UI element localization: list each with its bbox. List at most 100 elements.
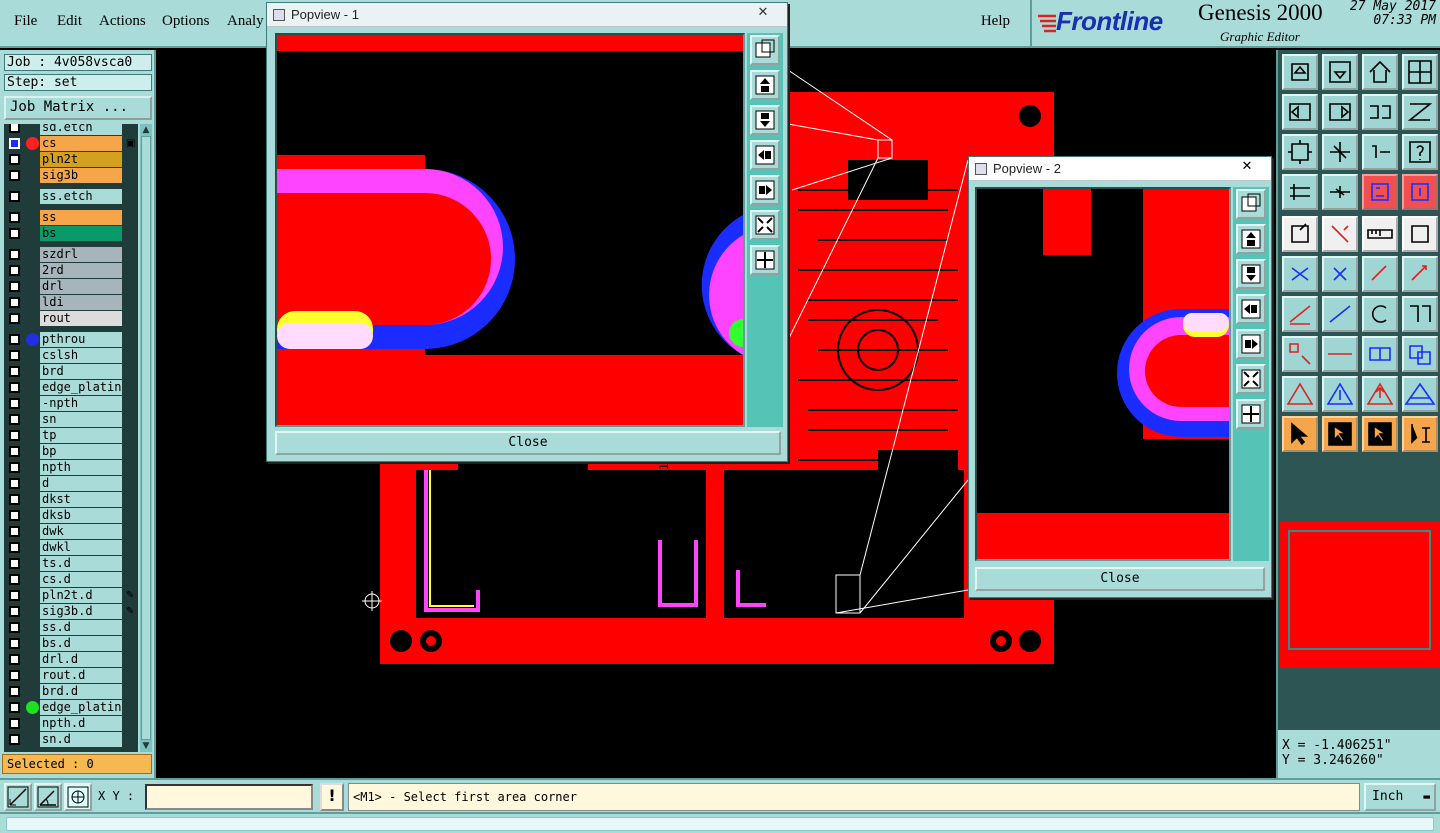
jumper-button[interactable]: [1402, 296, 1438, 332]
triangle-wide-button[interactable]: [1402, 376, 1438, 412]
split-line-button[interactable]: [1322, 336, 1358, 372]
layer-stack-button[interactable]: [1362, 174, 1398, 210]
layer-checkbox[interactable]: [9, 124, 20, 133]
pad-add-button[interactable]: [1282, 216, 1318, 252]
popview-pan-right-button[interactable]: [750, 175, 780, 205]
flip-button[interactable]: [1362, 94, 1398, 130]
node-link-button[interactable]: [1282, 256, 1318, 292]
layer-row[interactable]: drl.d: [4, 652, 138, 667]
zoom-home-button[interactable]: [1282, 54, 1318, 90]
scroll-down-icon[interactable]: ▼: [140, 740, 152, 752]
triangle-red-button[interactable]: [1282, 376, 1318, 412]
layer-checkbox[interactable]: [9, 526, 20, 537]
layer-name[interactable]: dwk: [40, 524, 122, 539]
layer-row[interactable]: brd: [4, 364, 138, 379]
layer-name[interactable]: sn.d: [40, 732, 122, 747]
layer-name[interactable]: drl.d: [40, 652, 122, 667]
minimap[interactable]: [1280, 522, 1440, 668]
layer-name[interactable]: rout: [40, 311, 122, 326]
layer-name[interactable]: szdrl: [40, 247, 122, 262]
layer-name[interactable]: rout.d: [40, 668, 122, 683]
layer-display-dot-icon[interactable]: [26, 701, 39, 714]
layer-row[interactable]: dwk: [4, 524, 138, 539]
line-red-button[interactable]: [1282, 296, 1318, 332]
pad-move-button[interactable]: [1362, 256, 1398, 292]
layer-row[interactable]: rout: [4, 311, 138, 326]
layer-row[interactable]: ts.d: [4, 556, 138, 571]
layer-row[interactable]: 2rd: [4, 263, 138, 278]
layer-row[interactable]: sig3b.d ✎: [4, 604, 138, 619]
popview-zoom-window-button[interactable]: [750, 35, 780, 65]
layer-name[interactable]: npth.d: [40, 716, 122, 731]
popview-zoom-out-button[interactable]: [1236, 259, 1266, 289]
layer-name[interactable]: sd.etch: [40, 124, 122, 135]
layer-row[interactable]: sn: [4, 412, 138, 427]
menu-analysis[interactable]: Analy: [227, 13, 264, 30]
popview-2-close-icon[interactable]: ✕: [1225, 158, 1269, 178]
group-button[interactable]: [1402, 336, 1438, 372]
layer-name[interactable]: cs: [40, 136, 122, 151]
layer-row[interactable]: npth: [4, 460, 138, 475]
layer-name[interactable]: cslsh: [40, 348, 122, 363]
layer-checkbox[interactable]: [9, 281, 20, 292]
layer-checkbox[interactable]: [9, 622, 20, 633]
layer-name[interactable]: pln2t: [40, 152, 122, 167]
menu-options[interactable]: Options: [162, 13, 210, 30]
menu-file[interactable]: File: [14, 13, 37, 30]
layer-row[interactable]: ss: [4, 210, 138, 225]
fit-button[interactable]: [1282, 134, 1318, 170]
layer-display-dot-icon[interactable]: [26, 333, 39, 346]
minimap-viewport[interactable]: [1288, 530, 1431, 650]
resize-button[interactable]: [1282, 336, 1318, 372]
popview-2-view[interactable]: [975, 187, 1231, 561]
popview-pan-left-button[interactable]: [750, 140, 780, 170]
layer-name[interactable]: sig3b.d: [40, 604, 122, 619]
layer-row[interactable]: drl: [4, 279, 138, 294]
node-delete-button[interactable]: [1322, 256, 1358, 292]
mirror-button[interactable]: [1402, 94, 1438, 130]
menu-help[interactable]: Help: [981, 13, 1010, 30]
layer-row[interactable]: edge_plating: [4, 380, 138, 395]
layer-checkbox[interactable]: [9, 334, 20, 345]
select-net-button[interactable]: [1402, 416, 1438, 452]
layer-name[interactable]: edge_plating: [40, 380, 122, 395]
layer-row[interactable]: edge_plating: [4, 700, 138, 715]
xy-input[interactable]: [145, 784, 313, 810]
popview-center-button[interactable]: [1236, 399, 1266, 429]
layer-row[interactable]: ss.etch: [4, 189, 138, 204]
layer-checkbox[interactable]: [9, 430, 20, 441]
popview-1-titlebar[interactable]: Popview - 1 ✕: [267, 3, 787, 27]
layer-name[interactable]: sn: [40, 412, 122, 427]
popview-zoom-in-button[interactable]: [1236, 224, 1266, 254]
layer-checkbox[interactable]: [9, 510, 20, 521]
popview-fit-button[interactable]: [1236, 364, 1266, 394]
layer-name[interactable]: pthrou: [40, 332, 122, 347]
layer-row[interactable]: sd.etch: [4, 124, 138, 135]
select-box-button[interactable]: [1322, 416, 1358, 452]
measure-pin-button[interactable]: [1322, 174, 1358, 210]
popview-1-view[interactable]: [275, 33, 745, 427]
layer-name[interactable]: edge_plating: [40, 700, 122, 715]
layer-row[interactable]: bp: [4, 444, 138, 459]
help-button[interactable]: [1402, 134, 1438, 170]
grid-select-button[interactable]: [1362, 336, 1398, 372]
layer-checkbox[interactable]: [9, 366, 20, 377]
layer-checkbox[interactable]: [9, 734, 20, 745]
layer-row[interactable]: bs: [4, 226, 138, 241]
layer-name[interactable]: ss: [40, 210, 122, 225]
layer-checkbox[interactable]: [9, 478, 20, 489]
layer-row[interactable]: sig3b: [4, 168, 138, 183]
layer-checkbox[interactable]: [9, 265, 20, 276]
layer-row[interactable]: pthrou: [4, 332, 138, 347]
layer-checkbox[interactable]: [9, 154, 20, 165]
popview-2-window[interactable]: Popview - 2 ✕ Close: [968, 156, 1272, 598]
layer-row[interactable]: ldi: [4, 295, 138, 310]
triangle-arrow-button[interactable]: [1362, 376, 1398, 412]
layer-row[interactable]: npth.d: [4, 716, 138, 731]
popview-zoom-window-button[interactable]: [1236, 189, 1266, 219]
popview-zoom-in-button[interactable]: [750, 70, 780, 100]
scale-1-2-button[interactable]: [1362, 134, 1398, 170]
layer-checkbox[interactable]: [9, 718, 20, 729]
menu-edit[interactable]: Edit: [57, 13, 82, 30]
pan-right-button[interactable]: [1322, 94, 1358, 130]
